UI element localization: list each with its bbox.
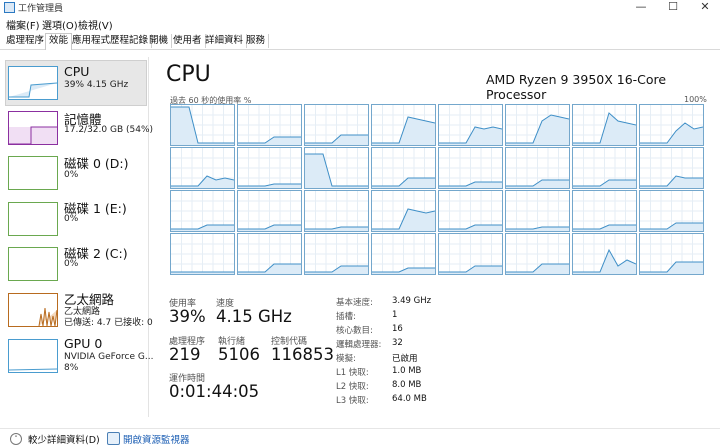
tab-details[interactable]: 詳細資料 — [202, 34, 248, 48]
chevron-up-icon[interactable]: ˄ — [10, 433, 22, 445]
memory-thumbnail-graph — [8, 111, 58, 145]
cpu-thumbnail-graph — [8, 66, 58, 100]
logical-processor-graph — [304, 147, 369, 189]
detail-label: L2 快取: — [336, 382, 369, 392]
tab-startup[interactable]: 開機 — [146, 34, 173, 48]
sidebar-item-value: 8% — [64, 363, 79, 373]
logical-processor-graph — [304, 233, 369, 275]
detail-label: 插槽: — [336, 312, 356, 322]
logical-processor-graph — [304, 190, 369, 232]
logical-processor-graph — [237, 147, 302, 189]
detail-label: 基本速度: — [336, 298, 373, 308]
menu-file[interactable]: 檔案(F) — [6, 17, 40, 32]
close-icon[interactable]: ✕ — [692, 0, 718, 14]
sidebar-item-value: 39% 4.15 GHz — [64, 80, 129, 90]
logical-processor-graph — [639, 104, 704, 146]
handles-value: 116853 — [271, 345, 334, 364]
utilization-value: 39% — [169, 307, 206, 326]
logical-processor-graph — [572, 233, 637, 275]
sidebar-item-value: 17.2/32.0 GB (54%) — [64, 125, 154, 135]
detail-label: 邏輯處理器: — [336, 340, 382, 350]
minimize-icon[interactable]: — — [628, 0, 654, 14]
uptime-value: 0:01:44:05 — [169, 382, 260, 401]
disk-thumbnail-graph — [8, 247, 58, 281]
sidebar-item-value: 0% — [64, 214, 79, 224]
gpu-thumbnail-graph — [8, 339, 58, 373]
disk-thumbnail-graph — [8, 156, 58, 190]
logical-processor-graph — [371, 147, 436, 189]
logical-processor-graph — [371, 104, 436, 146]
detail-value: 3.49 GHz — [392, 296, 432, 306]
logical-processor-graph — [639, 190, 704, 232]
sidebar-item-value: 0% — [64, 170, 79, 180]
logical-processor-graph — [371, 190, 436, 232]
logical-processor-graph — [639, 233, 704, 275]
task-manager-icon — [4, 2, 15, 13]
logical-processor-graph — [572, 104, 637, 146]
tab-app-history[interactable]: 應用程式歷程記錄 — [69, 34, 153, 48]
title-bar — [0, 0, 720, 15]
detail-label: 核心數目: — [336, 326, 373, 336]
detail-label: L3 快取: — [336, 396, 369, 406]
tab-users[interactable]: 使用者 — [170, 34, 206, 48]
detail-value: 1 — [392, 310, 398, 320]
detail-value: 64.0 MB — [392, 394, 427, 404]
logical-processor-graph — [572, 190, 637, 232]
logical-processor-graph — [304, 104, 369, 146]
logical-processor-graph — [438, 147, 503, 189]
sidebar-item-label: CPU — [64, 64, 90, 79]
logical-processor-graph — [170, 190, 235, 232]
detail-value: 8.0 MB — [392, 380, 422, 390]
tab-processes[interactable]: 處理程序 — [3, 34, 49, 48]
sidebar-item-value: NVIDIA GeForce G... — [64, 352, 154, 362]
window-title: 工作管理員 — [18, 4, 64, 14]
fewer-details-button[interactable]: 較少詳細資料(D) — [28, 432, 100, 446]
detail-value: 32 — [392, 338, 403, 348]
detail-value: 已啟用 — [392, 354, 418, 364]
graph-max-label: 100% — [684, 95, 707, 104]
logical-processor-graph — [505, 104, 570, 146]
detail-label: 模擬: — [336, 354, 356, 364]
sidebar-item-value: 0% — [64, 259, 79, 269]
logical-processor-graph — [572, 147, 637, 189]
logical-processor-graph — [438, 104, 503, 146]
logical-processor-graph — [505, 190, 570, 232]
resource-monitor-icon — [107, 432, 120, 445]
logical-processor-graph — [170, 104, 235, 146]
logical-processor-graph — [505, 147, 570, 189]
speed-value: 4.15 GHz — [216, 307, 292, 326]
detail-value: 16 — [392, 324, 403, 334]
logical-processor-graph — [237, 104, 302, 146]
logical-processor-graph — [237, 190, 302, 232]
logical-processor-graph — [170, 233, 235, 275]
tab-services[interactable]: 服務 — [243, 34, 270, 48]
ethernet-thumbnail-graph — [8, 293, 58, 327]
detail-label: L1 快取: — [336, 368, 369, 378]
page-title: CPU — [166, 62, 211, 87]
logical-processor-graph — [371, 233, 436, 275]
detail-value: 1.0 MB — [392, 366, 422, 376]
sidebar-item-value: 已傳送: 4.7 已接收: 0 — [64, 318, 153, 328]
logical-processor-graph — [237, 233, 302, 275]
threads-value: 5106 — [218, 345, 260, 364]
menu-view[interactable]: 檢視(V) — [78, 17, 113, 32]
open-resource-monitor-link[interactable]: 開啟資源監視器 — [123, 432, 190, 446]
logical-processor-graph — [438, 190, 503, 232]
logical-processor-graph — [639, 147, 704, 189]
sidebar-item-label: GPU 0 — [64, 336, 103, 351]
maximize-icon[interactable]: ☐ — [660, 0, 686, 14]
logical-processor-graph — [170, 147, 235, 189]
tab-performance[interactable]: 效能 — [45, 33, 73, 50]
disk-thumbnail-graph — [8, 202, 58, 236]
processes-value: 219 — [169, 345, 201, 364]
logical-processor-graph — [438, 233, 503, 275]
menu-options[interactable]: 選項(O) — [42, 17, 78, 32]
logical-processor-graph — [505, 233, 570, 275]
